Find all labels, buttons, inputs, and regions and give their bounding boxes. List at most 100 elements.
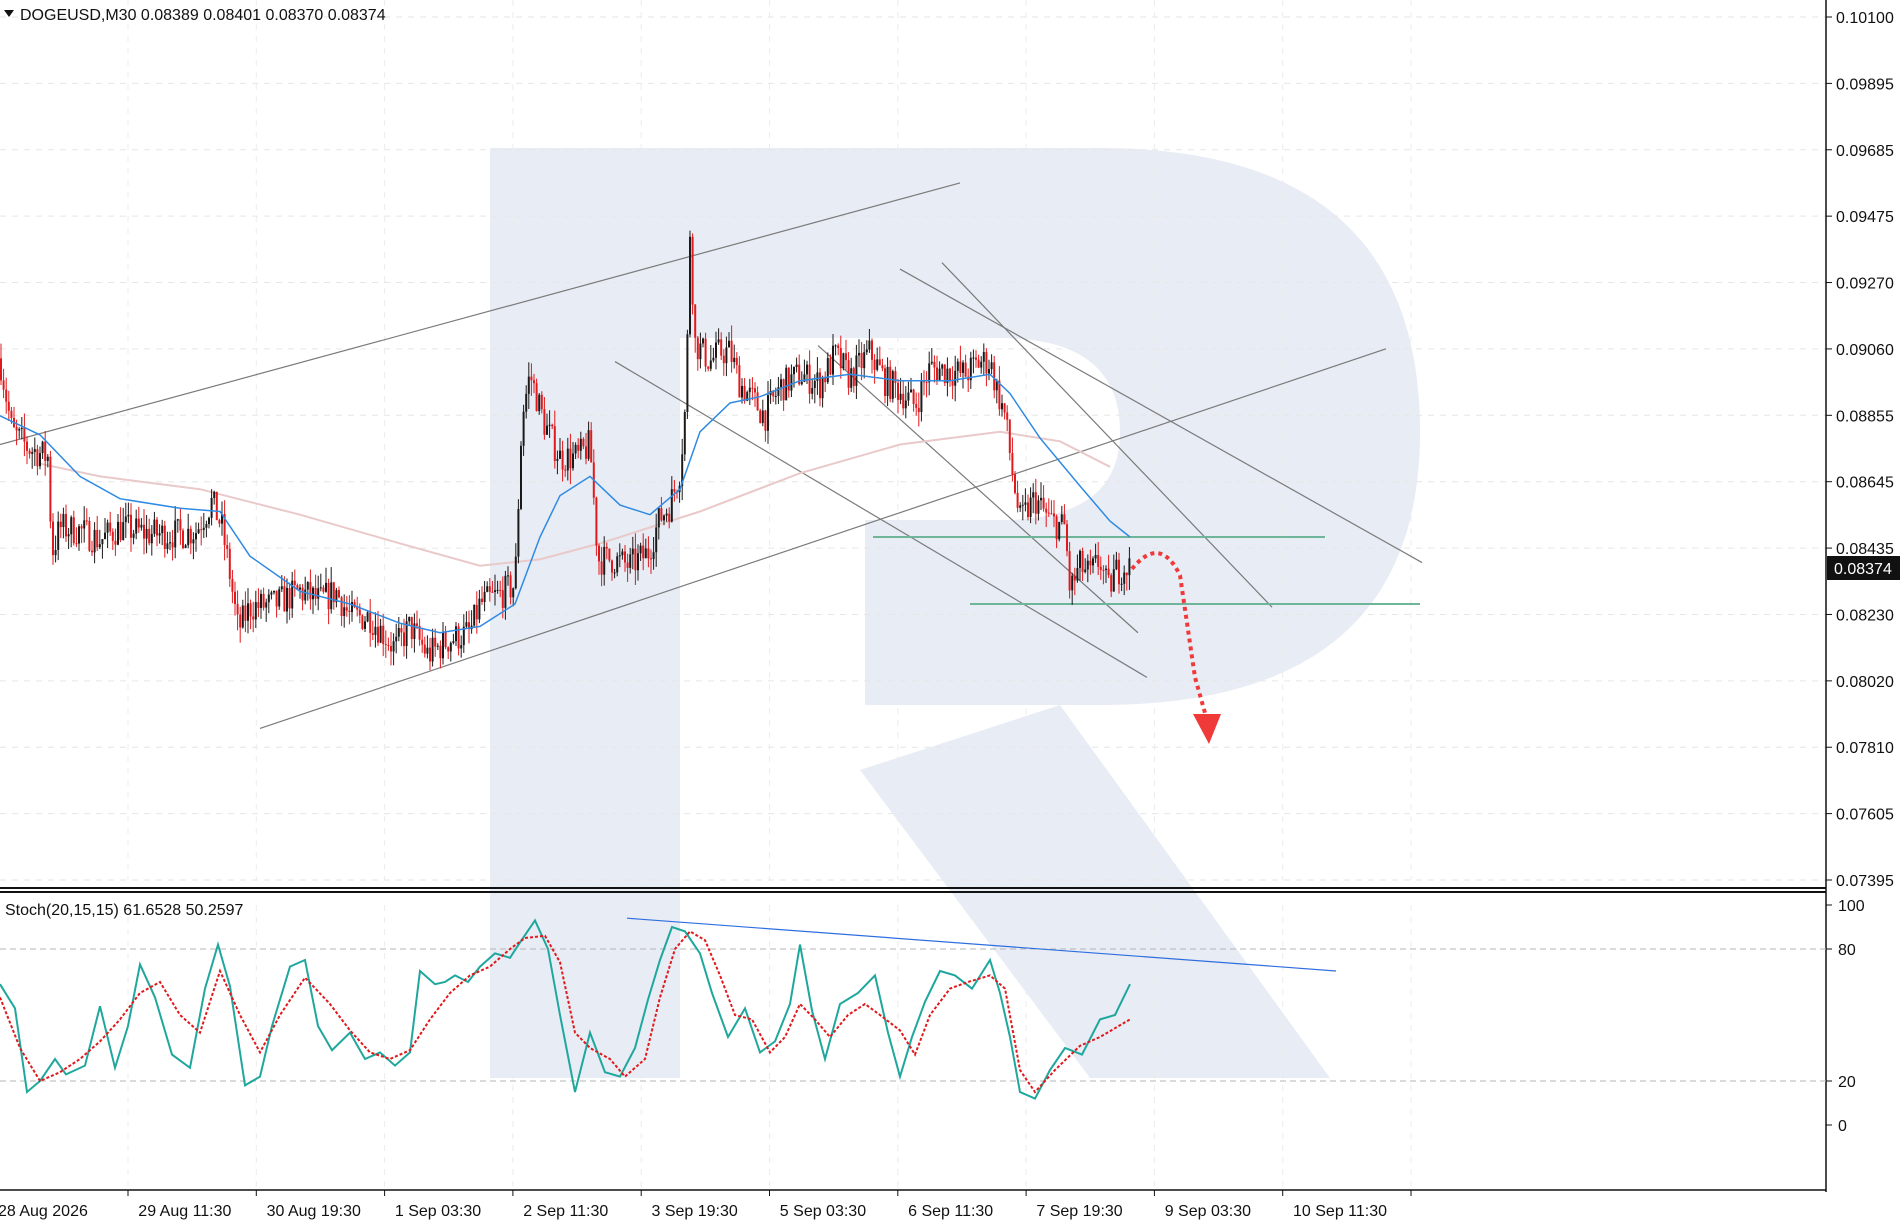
candle-body xyxy=(182,530,184,549)
candle-body xyxy=(351,602,353,613)
candle-body xyxy=(421,639,424,645)
candle-body xyxy=(166,543,169,549)
candle-body xyxy=(338,590,340,598)
candle-body xyxy=(304,589,307,601)
candle-body xyxy=(439,645,442,659)
candle-body xyxy=(741,385,743,398)
candle-body xyxy=(522,411,525,446)
candle-body xyxy=(907,392,910,401)
candle-body xyxy=(33,449,36,452)
candle-body xyxy=(231,578,234,592)
candle-body xyxy=(202,527,205,530)
candle-body xyxy=(379,625,382,643)
candle-body xyxy=(408,617,411,622)
candle-body xyxy=(1094,554,1097,559)
candle-body xyxy=(964,362,967,377)
candle-body xyxy=(795,364,798,368)
candle-body xyxy=(148,528,151,544)
candle-body xyxy=(1063,514,1066,525)
candle-body xyxy=(1014,474,1016,493)
watermark-logo xyxy=(490,148,1420,1078)
candle-body xyxy=(655,527,658,553)
candle-body xyxy=(374,626,377,635)
time-tick-label: 29 Aug 11:30 xyxy=(138,1203,231,1220)
candle-body xyxy=(520,445,522,509)
candle-body xyxy=(345,607,348,611)
candle-body xyxy=(512,588,515,598)
candle-body xyxy=(78,526,80,544)
candle-body xyxy=(1079,550,1081,568)
candle-body xyxy=(197,529,200,534)
candle-body xyxy=(377,626,379,643)
stoch-tick-label: 0 xyxy=(1838,1118,1847,1135)
candle-body xyxy=(548,424,551,426)
candle-body xyxy=(117,521,119,545)
candle-body xyxy=(891,371,894,399)
candle-body xyxy=(436,645,439,647)
candle-body xyxy=(1118,559,1120,585)
candle-body xyxy=(920,381,923,413)
candle-body xyxy=(1066,524,1068,552)
time-tick-label: 10 Sep 11:30 xyxy=(1293,1203,1387,1220)
candle-body xyxy=(244,605,247,621)
candle-body xyxy=(865,349,868,353)
candle-body xyxy=(707,366,710,369)
candle-body xyxy=(88,520,91,551)
candle-body xyxy=(730,340,733,363)
candle-body xyxy=(717,339,720,343)
candle-body xyxy=(650,558,652,560)
candle-body xyxy=(709,360,712,369)
candle-body xyxy=(80,526,83,529)
time-tick-label: 30 Aug 19:30 xyxy=(267,1203,361,1220)
candle-body xyxy=(980,361,983,368)
candle-body xyxy=(49,456,52,522)
candle-body xyxy=(410,617,413,639)
candle-body xyxy=(816,372,819,381)
candle-body xyxy=(189,528,192,544)
candle-body xyxy=(569,448,572,469)
candle-body xyxy=(158,533,161,536)
candle-body xyxy=(876,359,879,370)
candle-body xyxy=(481,598,483,602)
candle-body xyxy=(832,345,834,375)
candle-body xyxy=(855,355,858,386)
candle-body xyxy=(205,524,208,528)
candle-body xyxy=(301,587,304,601)
candle-body xyxy=(1001,403,1003,410)
candle-body xyxy=(397,628,400,637)
candle-body xyxy=(163,525,166,549)
candle-body xyxy=(496,589,499,591)
candle-body xyxy=(465,622,468,627)
candle-body xyxy=(1105,568,1107,570)
candle-body xyxy=(860,352,863,369)
candle-body xyxy=(262,593,265,608)
candle-body xyxy=(954,370,957,386)
dropdown-triangle-icon[interactable] xyxy=(4,10,14,17)
time-tick-label: 3 Sep 19:30 xyxy=(652,1203,738,1220)
candle-body xyxy=(639,545,642,554)
candle-body xyxy=(837,345,840,349)
candle-body xyxy=(889,366,892,399)
candle-body xyxy=(226,545,229,549)
candle-body xyxy=(988,369,990,374)
time-tick-label: 1 Sep 03:30 xyxy=(395,1203,481,1220)
candle-body xyxy=(501,590,504,608)
candle-body xyxy=(330,582,333,610)
candle-body xyxy=(764,410,767,431)
candle-body xyxy=(767,395,769,431)
candle-body xyxy=(972,357,975,359)
candle-body xyxy=(743,385,746,401)
candle-body xyxy=(642,545,645,559)
candle-body xyxy=(215,491,218,521)
candle-body xyxy=(322,587,325,592)
candle-body xyxy=(839,348,842,369)
candle-body xyxy=(504,575,507,608)
candle-body xyxy=(1047,512,1050,514)
candle-body xyxy=(829,358,832,375)
candle-body xyxy=(260,593,262,608)
candle-body xyxy=(527,376,530,394)
candle-body xyxy=(41,441,44,454)
candle-body xyxy=(962,362,964,373)
stoch-axis: 100 80 20 0 xyxy=(1826,898,1865,1135)
candle-body xyxy=(449,642,452,652)
